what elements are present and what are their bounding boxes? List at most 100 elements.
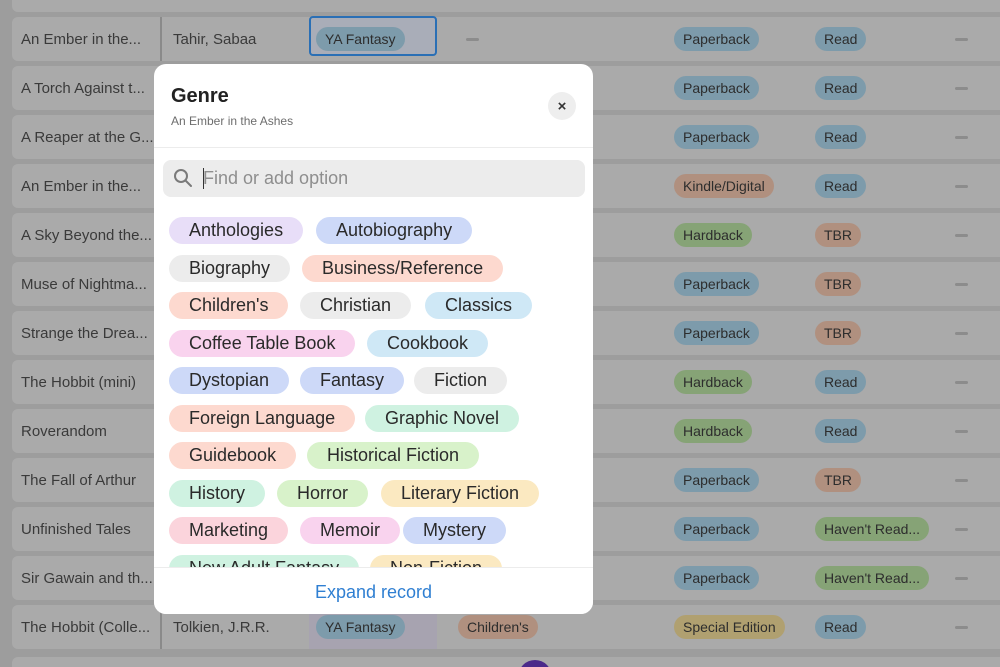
genre-option[interactable]: Horror (277, 480, 369, 507)
genre-option[interactable]: Marketing (169, 517, 289, 544)
format-cell[interactable]: Paperback (674, 311, 814, 355)
status-cell[interactable]: Read (815, 605, 975, 649)
empty-dash (955, 625, 968, 629)
title-cell[interactable]: Sir Gawain and th... (21, 556, 159, 600)
title-cell[interactable]: Strange the Drea... (21, 311, 159, 355)
modal-footer: Expand record (154, 567, 593, 614)
genre-cell[interactable]: YA Fantasy (310, 17, 438, 61)
title-cell[interactable]: A Sky Beyond the... (21, 213, 159, 257)
author-cell[interactable]: Tahir, Sabaa (173, 17, 308, 61)
extra-cell[interactable] (955, 213, 975, 257)
format-tag: Paperback (674, 468, 759, 492)
genre-option[interactable]: Mystery (403, 517, 506, 544)
status-tag: Read (815, 125, 867, 149)
format-cell[interactable]: Hardback (674, 360, 814, 404)
genre-option[interactable]: Christian (300, 292, 412, 319)
genre-option[interactable]: Anthologies (169, 217, 304, 244)
format-cell[interactable]: Special Edition (674, 605, 814, 649)
genre-option[interactable]: Guidebook (169, 442, 297, 469)
genre-option[interactable]: Historical Fiction (307, 442, 480, 469)
genre-option[interactable]: Fantasy (300, 367, 405, 394)
empty-dash (955, 380, 968, 384)
format-tag: Paperback (674, 321, 759, 345)
title-cell[interactable]: A Reaper at the G... (21, 115, 159, 159)
extra-cell[interactable] (955, 115, 975, 159)
status-cell[interactable]: Read (815, 360, 975, 404)
status-cell[interactable]: Haven't Read... (815, 507, 975, 551)
option-list[interactable]: Anthologies Autobiography Biography Busi… (169, 216, 589, 568)
status-cell[interactable]: Haven't Read... (815, 556, 975, 600)
status-cell[interactable]: Read (815, 164, 975, 208)
extra-cell[interactable] (955, 360, 975, 404)
title-cell[interactable]: The Hobbit (mini) (21, 360, 159, 404)
genre-option[interactable]: Graphic Novel (365, 405, 520, 432)
status-cell[interactable]: Read (815, 409, 975, 453)
extra-cell[interactable] (955, 507, 975, 551)
extra-cell[interactable] (955, 605, 975, 649)
genre-option[interactable]: Fiction (414, 367, 508, 394)
genre-option[interactable]: Cookbook (367, 330, 489, 357)
status-cell[interactable]: TBR (815, 458, 975, 502)
genre-option[interactable]: Autobiography (316, 217, 473, 244)
expand-record-link[interactable]: Expand record (154, 582, 593, 603)
format-cell[interactable]: Hardback (674, 409, 814, 453)
status-cell[interactable]: Read (815, 17, 975, 61)
status-tag: Read (815, 27, 867, 51)
genre-option[interactable]: Biography (169, 255, 291, 282)
format-cell[interactable]: Paperback (674, 17, 814, 61)
format-cell[interactable]: Paperback (674, 66, 814, 110)
status-tag: Haven't Read... (815, 517, 930, 541)
format-cell[interactable]: Paperback (674, 556, 814, 600)
extra-cell[interactable] (955, 17, 975, 61)
title-cell[interactable]: Unfinished Tales (21, 507, 159, 551)
genre-option[interactable]: Dystopian (169, 367, 290, 394)
status-cell[interactable]: Read (815, 115, 975, 159)
title-cell[interactable]: An Ember in the... (21, 17, 159, 61)
status-tag: Read (815, 174, 867, 198)
title-cell[interactable]: An Ember in the... (21, 164, 159, 208)
genre-option[interactable]: Children's (169, 292, 289, 319)
status-tag: Read (815, 76, 867, 100)
genre-option[interactable]: Literary Fiction (381, 480, 540, 507)
status-cell[interactable]: TBR (815, 311, 975, 355)
format-cell[interactable]: Hardback (674, 213, 814, 257)
format-cell[interactable]: Paperback (674, 262, 814, 306)
empty-dash (955, 184, 968, 188)
format-cell[interactable]: Paperback (674, 115, 814, 159)
extra-cell[interactable] (955, 409, 975, 453)
row-above (12, 0, 1000, 12)
extra-cell[interactable] (955, 556, 975, 600)
subgenre-cell[interactable] (452, 17, 592, 61)
modal-header: Genre An Ember in the Ashes × (154, 64, 593, 148)
format-cell[interactable]: Kindle/Digital (674, 164, 814, 208)
table-row[interactable]: An Ember in the... Tahir, Sabaa YA Fanta… (12, 16, 1000, 61)
genre-option[interactable]: Coffee Table Book (169, 330, 356, 357)
genre-option[interactable]: Foreign Language (169, 405, 356, 432)
genre-tag: YA Fantasy (316, 27, 405, 51)
extra-cell[interactable] (955, 164, 975, 208)
format-cell[interactable]: Paperback (674, 507, 814, 551)
title-cell[interactable]: The Hobbit (Colle... (21, 605, 159, 649)
status-cell[interactable]: TBR (815, 213, 975, 257)
title-cell[interactable]: Roverandom (21, 409, 159, 453)
genre-option[interactable]: Memoir (300, 517, 401, 544)
extra-cell[interactable] (955, 458, 975, 502)
format-cell[interactable]: Paperback (674, 458, 814, 502)
title-cell[interactable]: A Torch Against t... (21, 66, 159, 110)
status-cell[interactable]: Read (815, 66, 975, 110)
genre-option[interactable]: Business/Reference (302, 255, 504, 282)
extra-cell[interactable] (955, 66, 975, 110)
status-tag: TBR (815, 321, 861, 345)
search-field[interactable] (163, 160, 585, 197)
title-cell[interactable]: The Fall of Arthur (21, 458, 159, 502)
title-cell[interactable]: Muse of Nightma... (21, 262, 159, 306)
empty-dash (955, 282, 968, 286)
extra-cell[interactable] (955, 311, 975, 355)
close-button[interactable]: × (548, 92, 576, 120)
genre-option[interactable]: Classics (425, 292, 533, 319)
genre-option[interactable]: History (169, 480, 266, 507)
modal-title: Genre (171, 85, 229, 107)
extra-cell[interactable] (955, 262, 975, 306)
search-input[interactable] (203, 164, 573, 193)
status-cell[interactable]: TBR (815, 262, 975, 306)
